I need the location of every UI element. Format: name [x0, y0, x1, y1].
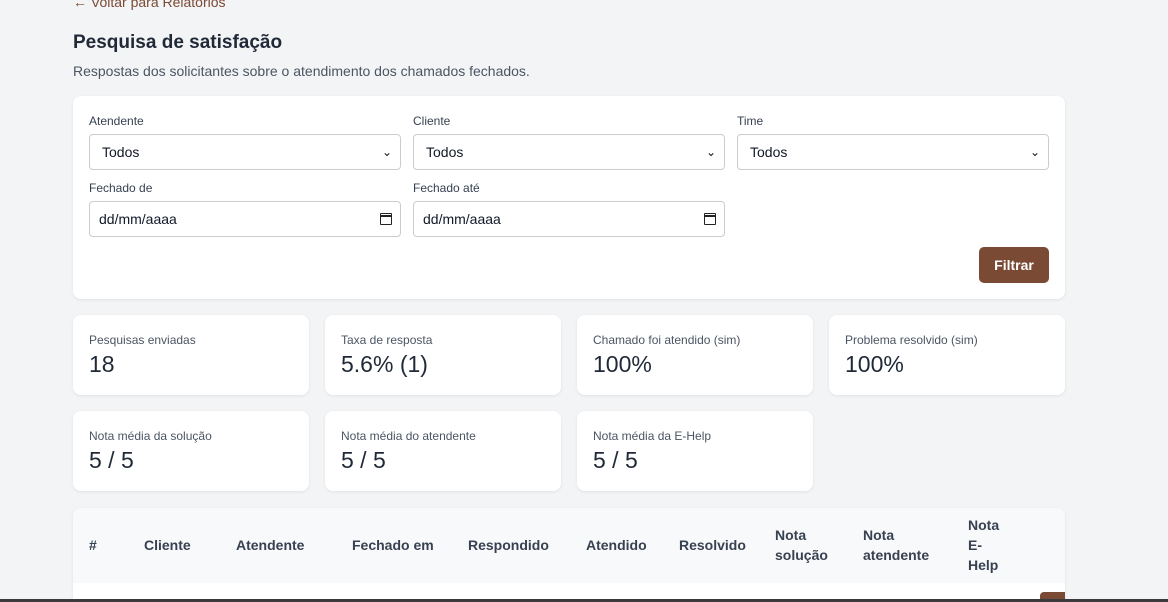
team-filter: Time Todos ⌄	[737, 114, 1049, 170]
stat-label: Nota média da E-Help	[593, 429, 712, 443]
page-title: Pesquisa de satisfação	[73, 32, 283, 53]
stat-card-response-rate: Taxa de resposta 5.6% (1)	[325, 315, 561, 395]
column-header-attendant-rating[interactable]: Nota atendente	[863, 525, 935, 565]
stat-value: 100%	[845, 351, 904, 377]
stat-label: Pesquisas enviadas	[89, 333, 196, 347]
filter-panel: Atendente Todos ⌄ Cliente Todos ⌄ Time T…	[73, 96, 1065, 299]
stat-card-problem-resolved: Problema resolvido (sim) 100%	[829, 315, 1065, 395]
responses-table: # Cliente Atendente Fechado em Respondid…	[73, 508, 1065, 602]
attendant-select-value: Todos	[102, 144, 140, 160]
client-label: Cliente	[413, 114, 451, 128]
calendar-icon[interactable]	[380, 213, 392, 225]
stat-value: 18	[89, 351, 115, 377]
client-filter: Cliente Todos ⌄	[413, 114, 725, 170]
stat-card-ticket-attended: Chamado foi atendido (sim) 100%	[577, 315, 813, 395]
team-select-value: Todos	[750, 144, 788, 160]
closed-from-label: Fechado de	[89, 181, 153, 195]
client-select-value: Todos	[426, 144, 464, 160]
attendant-filter: Atendente Todos ⌄	[89, 114, 401, 170]
team-select[interactable]: Todos ⌄	[737, 134, 1049, 170]
team-label: Time	[737, 114, 764, 128]
closed-to-label: Fechado até	[413, 181, 480, 195]
table-header: # Cliente Atendente Fechado em Respondid…	[73, 508, 1065, 583]
attendant-select[interactable]: Todos ⌄	[89, 134, 401, 170]
closed-from-placeholder: dd/mm/aaaa	[99, 211, 177, 227]
chevron-down-icon: ⌄	[1029, 145, 1040, 159]
closed-from-filter: Fechado de dd/mm/aaaa	[89, 181, 401, 237]
chevron-down-icon: ⌄	[381, 145, 392, 159]
stat-card-attendant-rating: Nota média do atendente 5 / 5	[325, 411, 561, 491]
page-subtitle: Respostas dos solicitantes sobre o atend…	[73, 63, 530, 79]
back-to-reports-link[interactable]: ← Voltar para Relatórios	[73, 0, 226, 10]
calendar-icon[interactable]	[704, 213, 716, 225]
attendant-label: Atendente	[89, 114, 144, 128]
filter-button[interactable]: Filtrar	[979, 247, 1049, 283]
stat-label: Nota média da solução	[89, 429, 212, 443]
stat-value: 5 / 5	[593, 447, 638, 473]
column-header-answered[interactable]: Respondido	[468, 535, 549, 555]
closed-to-filter: Fechado até dd/mm/aaaa	[413, 181, 725, 237]
column-header-resolved[interactable]: Resolvido	[679, 535, 746, 555]
column-header-closed-at[interactable]: Fechado em	[352, 535, 434, 555]
stat-card-ehelp-rating: Nota média da E-Help 5 / 5	[577, 411, 813, 491]
stat-card-solution-rating: Nota média da solução 5 / 5	[73, 411, 309, 491]
closed-to-placeholder: dd/mm/aaaa	[423, 211, 501, 227]
stat-value: 100%	[593, 351, 652, 377]
stat-card-surveys-sent: Pesquisas enviadas 18	[73, 315, 309, 395]
stat-value: 5 / 5	[341, 447, 386, 473]
column-header-client[interactable]: Cliente	[144, 535, 191, 555]
column-header-number[interactable]: #	[89, 535, 97, 555]
stat-value: 5.6% (1)	[341, 351, 428, 377]
stat-label: Taxa de resposta	[341, 333, 433, 347]
stat-label: Nota média do atendente	[341, 429, 476, 443]
chevron-down-icon: ⌄	[705, 145, 716, 159]
column-header-ehelp-rating[interactable]: Nota E-Help	[968, 515, 1004, 575]
client-select[interactable]: Todos ⌄	[413, 134, 725, 170]
stat-label: Problema resolvido (sim)	[845, 333, 978, 347]
stat-label: Chamado foi atendido (sim)	[593, 333, 741, 347]
column-header-attended[interactable]: Atendido	[586, 535, 647, 555]
stat-value: 5 / 5	[89, 447, 134, 473]
column-header-attendant[interactable]: Atendente	[236, 535, 304, 555]
closed-to-date-input[interactable]: dd/mm/aaaa	[413, 201, 725, 237]
closed-from-date-input[interactable]: dd/mm/aaaa	[89, 201, 401, 237]
column-header-solution-rating[interactable]: Nota solução	[775, 525, 835, 565]
